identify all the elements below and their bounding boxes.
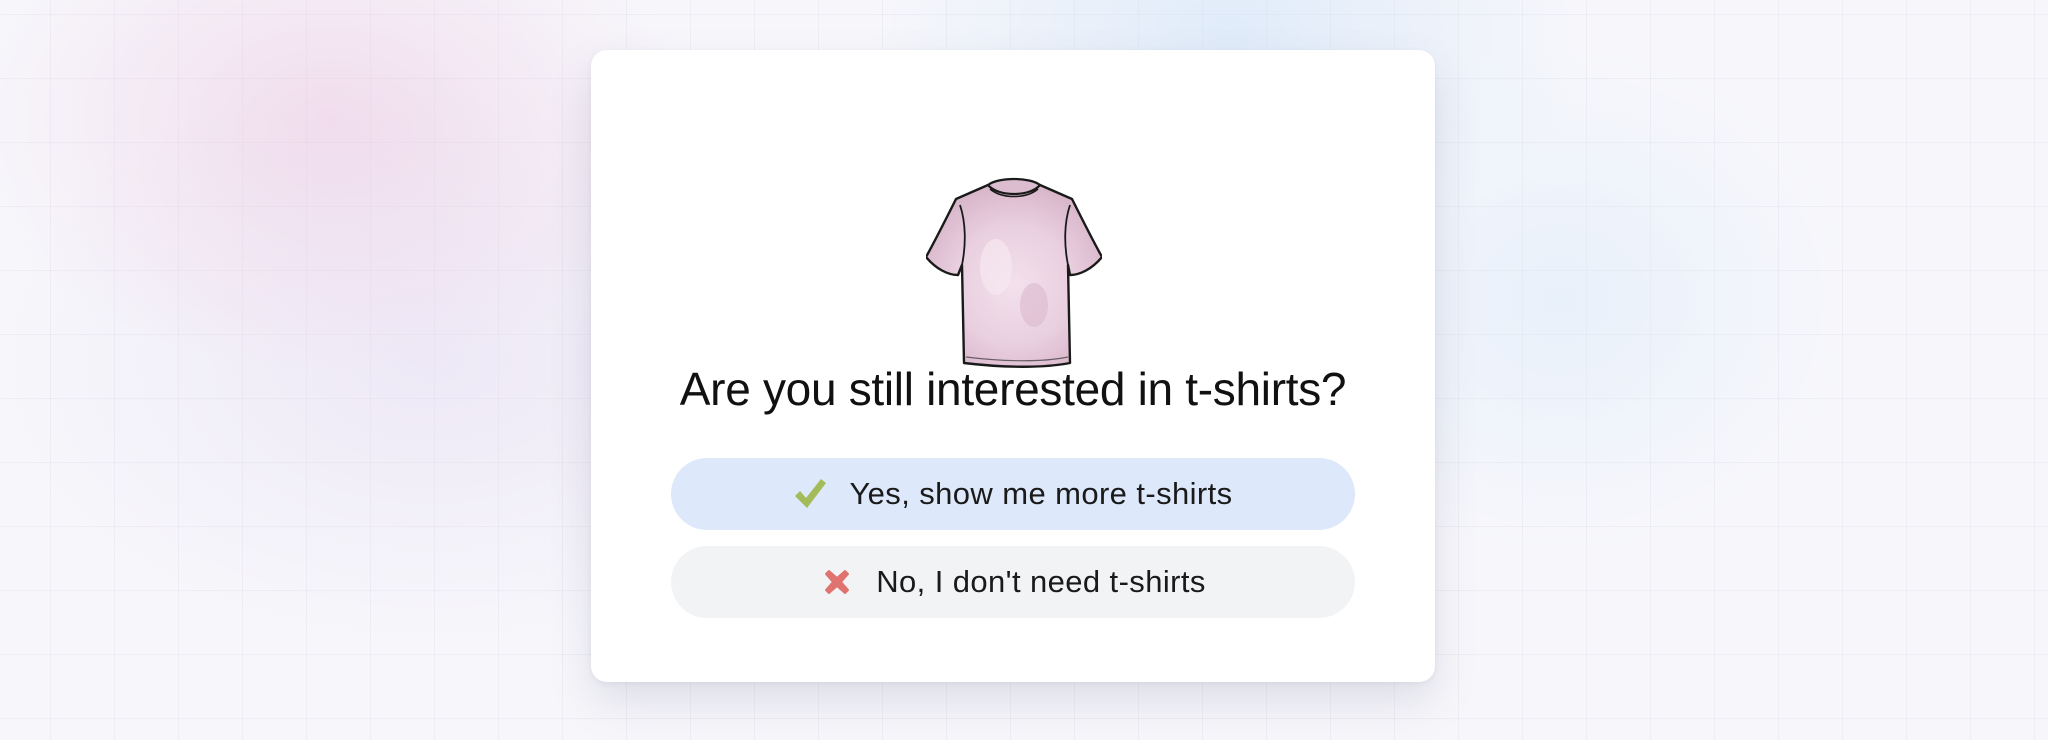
checkmark-icon [793,477,827,511]
yes-show-more-button[interactable]: Yes, show me more t-shirts [671,458,1355,530]
yes-button-label: Yes, show me more t-shirts [849,476,1233,511]
cross-icon [820,565,854,599]
question-heading: Are you still interested in t-shirts? [679,363,1347,415]
no-button-label: No, I don't need t-shirts [876,564,1206,599]
no-thanks-button[interactable]: No, I don't need t-shirts [671,546,1355,618]
tshirt-illustration [926,177,1102,368]
feedback-card: Are you still interested in t-shirts? Ye… [591,50,1435,682]
